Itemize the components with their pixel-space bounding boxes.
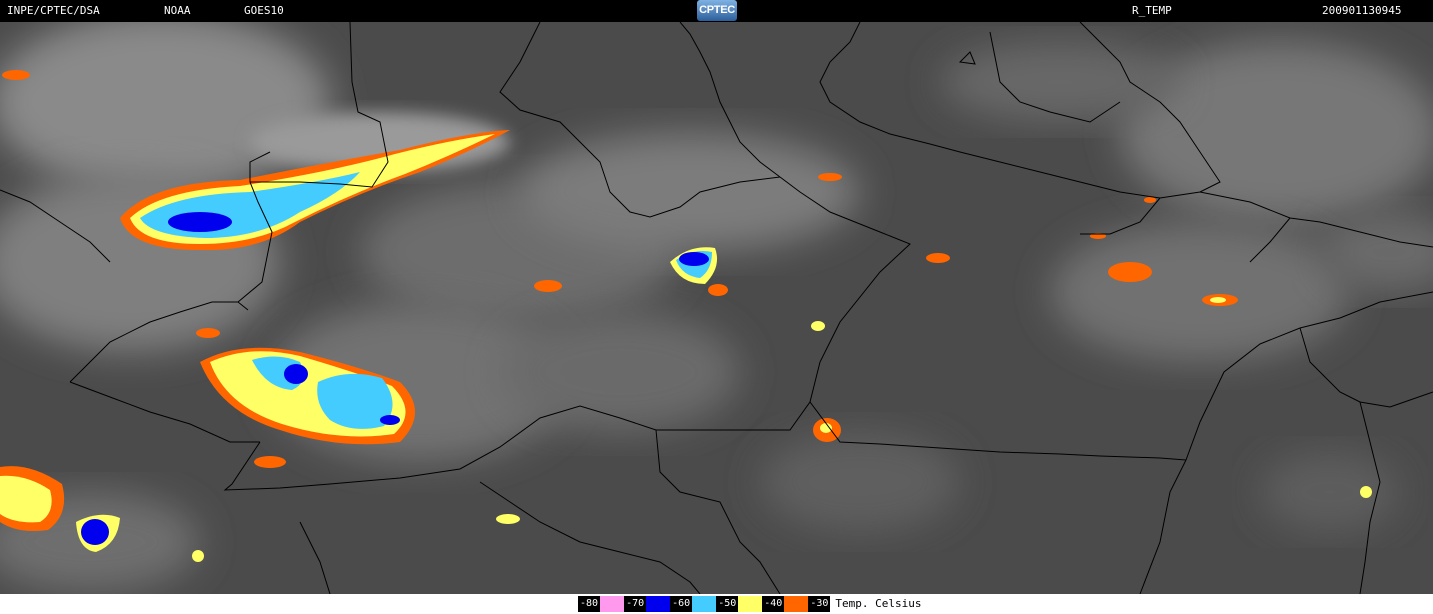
legend-swatch: [738, 596, 763, 612]
cptec-logo: CPTEC: [697, 0, 737, 21]
legend-label: -30: [808, 596, 831, 612]
legend-label: -70: [624, 596, 647, 612]
satellite-image: [0, 22, 1433, 594]
satellite-label: GOES10: [244, 4, 284, 17]
legend-unit-label: Temp. Celsius: [835, 597, 922, 610]
product-label: R_TEMP: [1132, 4, 1172, 17]
legend-bar: -80 -70 -60 -50 -40 -30 Temp. Celsius: [0, 594, 1433, 614]
legend-swatch: [692, 596, 717, 612]
legend-item: -50: [716, 596, 763, 612]
legend-swatch: [646, 596, 671, 612]
agency-label: NOAA: [164, 4, 191, 17]
legend-item: -80: [578, 596, 625, 612]
legend-swatch: [784, 596, 809, 612]
legend-label: -40: [762, 596, 785, 612]
temperature-legend: -80 -70 -60 -50 -40 -30 Temp. Celsius: [578, 596, 921, 612]
legend-item: -40: [762, 596, 809, 612]
timestamp-label: 200901130945: [1322, 4, 1402, 17]
legend-label: -60: [670, 596, 693, 612]
legend-item: -30: [808, 596, 831, 612]
satellite-map: [0, 22, 1433, 594]
legend-label: -80: [578, 596, 601, 612]
legend-item: -70: [624, 596, 671, 612]
legend-item: -60: [670, 596, 717, 612]
legend-label: -50: [716, 596, 739, 612]
legend-swatch: [600, 596, 625, 612]
source-label: INPE/CPTEC/DSA: [7, 4, 100, 17]
header-bar: INPE/CPTEC/DSA NOAA GOES10 CPTEC R_TEMP …: [0, 0, 1433, 22]
